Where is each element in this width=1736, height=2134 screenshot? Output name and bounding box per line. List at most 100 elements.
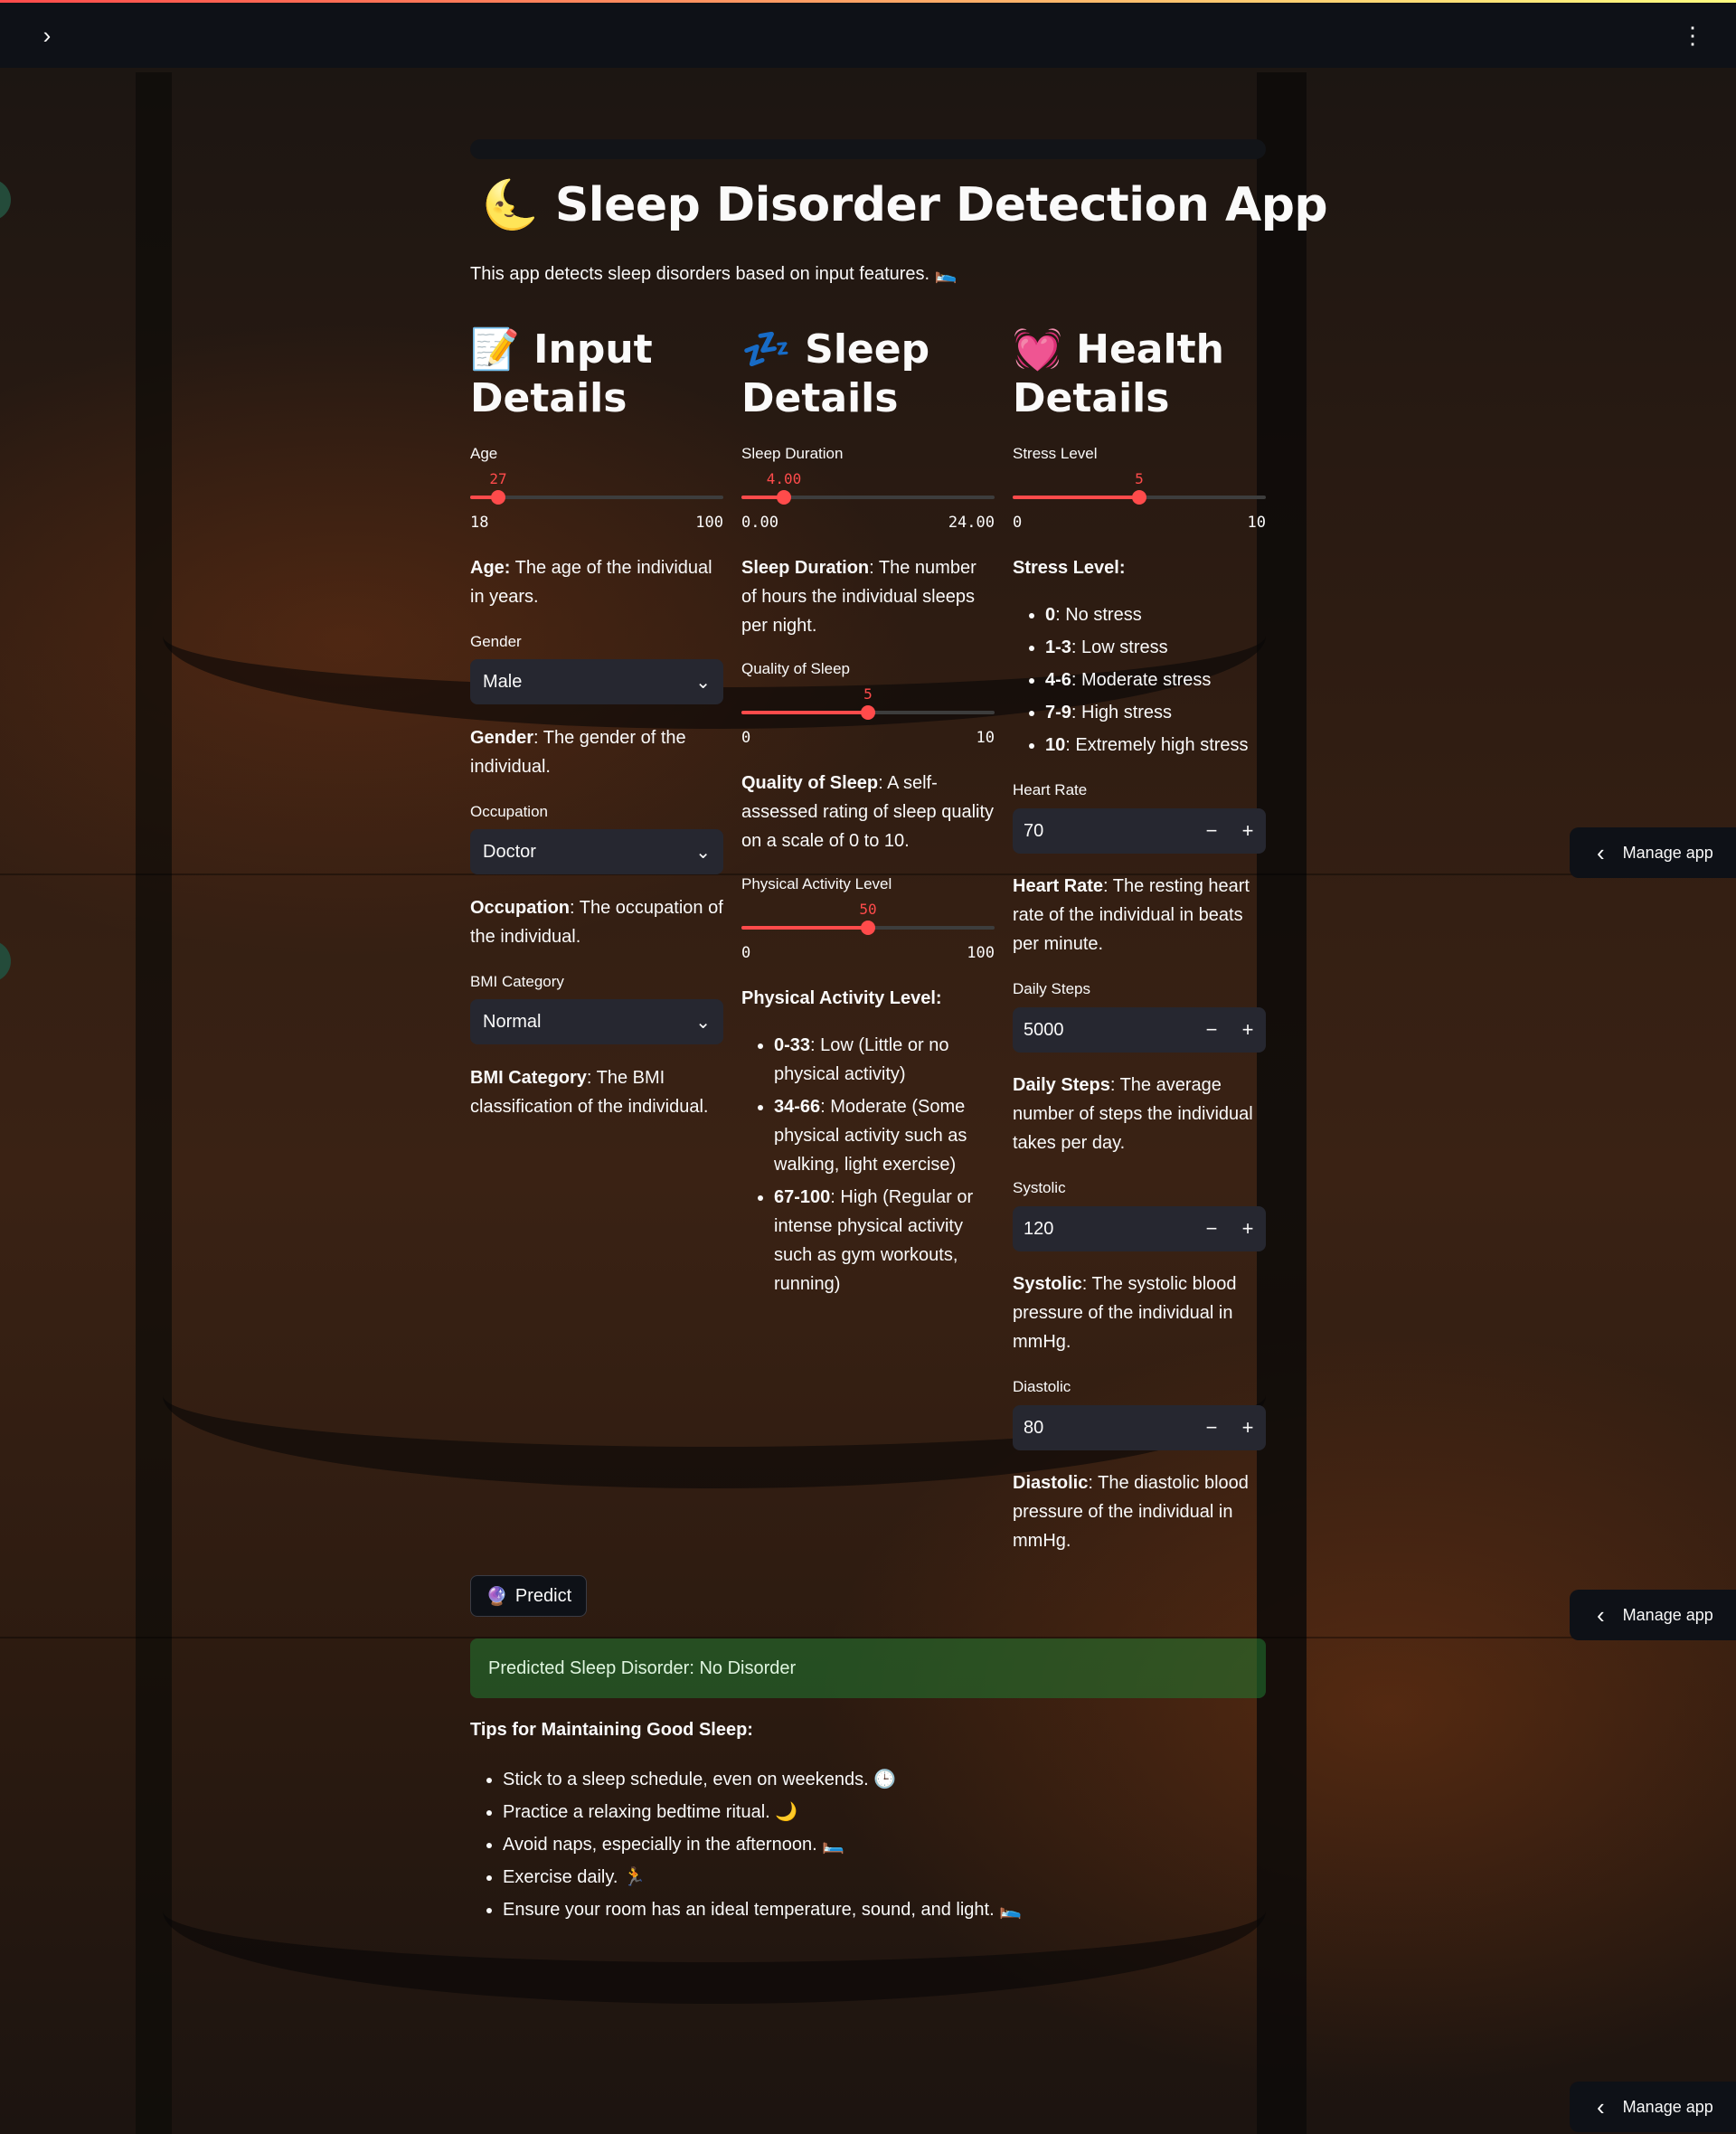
diastolic-value[interactable]: 80 (1013, 1418, 1194, 1439)
age-label: Age (470, 445, 498, 462)
bmi-select[interactable]: Normal ⌄ (470, 999, 723, 1044)
increment-button[interactable]: + (1230, 1405, 1266, 1450)
stress-max: 10 (1247, 514, 1266, 532)
sleep-duration-min: 0.00 (741, 514, 778, 532)
health-details-heading: 💓 Health Details (1013, 326, 1224, 421)
memo-icon: 📝 (470, 326, 520, 373)
activity-slider-thumb[interactable] (861, 921, 875, 935)
chevron-left-icon: ‹ (1597, 2092, 1605, 2120)
increment-button[interactable]: + (1230, 1206, 1266, 1251)
quality-min: 0 (741, 729, 751, 747)
list-item: 34-66: Moderate (Some physical activity … (774, 1092, 995, 1179)
bmi-label: BMI Category (470, 973, 564, 990)
occupation-description: Occupation: The occupation of the indivi… (470, 898, 723, 947)
manage-app-button[interactable]: ‹ Manage app (1570, 827, 1736, 878)
age-slider[interactable]: 27 18 100 (470, 470, 723, 532)
stress-label: Stress Level (1013, 445, 1098, 462)
quality-value: 5 (863, 685, 873, 703)
daily-steps-description: Daily Steps: The average number of steps… (1013, 1075, 1253, 1153)
activity-heading: Physical Activity Level: (741, 988, 942, 1008)
chevron-down-icon: ⌄ (695, 672, 711, 693)
decrement-button[interactable]: − (1194, 1206, 1230, 1251)
bmi-description: BMI Category: The BMI classification of … (470, 1068, 709, 1117)
list-item: Avoid naps, especially in the afternoon.… (503, 1828, 1022, 1861)
moon-icon: 🌜 (481, 178, 540, 232)
age-max: 100 (695, 514, 723, 532)
gender-select[interactable]: Male ⌄ (470, 659, 723, 704)
list-item: Exercise daily. 🏃 (503, 1861, 1022, 1893)
chevron-left-icon: ‹ (1597, 1600, 1605, 1629)
activity-min: 0 (741, 944, 751, 962)
quality-slider[interactable]: 5 0 10 (741, 685, 995, 747)
sleep-details-column: 💤 Sleep Details Sleep Duration 4.00 0.00 … (741, 326, 995, 1294)
list-item: 4-6: Moderate stress (1045, 666, 1266, 694)
decrement-button[interactable]: − (1194, 1007, 1230, 1053)
increment-button[interactable]: + (1230, 808, 1266, 854)
app-header: › ⋮ (0, 3, 1736, 68)
decrement-button[interactable]: − (1194, 808, 1230, 854)
daily-steps-value[interactable]: 5000 (1013, 1020, 1194, 1041)
heart-rate-input[interactable]: 70 − + (1013, 808, 1266, 854)
predict-button[interactable]: 🔮 Predict (470, 1575, 588, 1617)
input-details-heading: 📝 Input Details (470, 326, 653, 421)
systolic-description: Systolic: The systolic blood pressure of… (1013, 1274, 1237, 1352)
gender-label: Gender (470, 633, 522, 650)
list-item: Stick to a sleep schedule, even on weeke… (503, 1763, 1022, 1796)
daily-steps-input[interactable]: 5000 − + (1013, 1007, 1266, 1053)
daily-steps-label: Daily Steps (1013, 980, 1090, 997)
list-item: 10: Extremely high stress (1045, 731, 1266, 760)
occupation-label: Occupation (470, 803, 548, 820)
heart-rate-value[interactable]: 70 (1013, 821, 1194, 842)
stress-levels-list: 0: No stress 1-3: Low stress 4-6: Modera… (1013, 600, 1266, 763)
sleep-duration-slider-thumb[interactable] (777, 490, 791, 505)
decrement-button[interactable]: − (1194, 1405, 1230, 1450)
sidebar-toggle-icon[interactable]: › (31, 19, 63, 52)
increment-button[interactable]: + (1230, 1007, 1266, 1053)
chevron-down-icon: ⌄ (695, 842, 711, 863)
occupation-select[interactable]: Doctor ⌄ (470, 829, 723, 874)
list-item: 0-33: Low (Little or no physical activit… (774, 1031, 995, 1089)
activity-max: 100 (967, 944, 995, 962)
list-item: Practice a relaxing bedtime ritual. 🌙 (503, 1796, 1022, 1828)
page-title: 🌜 Sleep Disorder Detection App (481, 178, 1328, 232)
prediction-result: Predicted Sleep Disorder: No Disorder (470, 1638, 1266, 1698)
input-details-column: 📝 Input Details Age 27 18 100 Age: The ag… (470, 326, 723, 1117)
top-bar (470, 139, 1266, 159)
list-item: 7-9: High stress (1045, 698, 1266, 727)
sleep-duration-label: Sleep Duration (741, 445, 844, 462)
heart-rate-description: Heart Rate: The resting heart rate of th… (1013, 876, 1250, 954)
sleep-duration-max: 24.00 (948, 514, 995, 532)
tips-list: Stick to a sleep schedule, even on weeke… (470, 1763, 1022, 1926)
intro-text: This app detects sleep disorders based o… (470, 264, 958, 284)
age-slider-thumb[interactable] (491, 490, 505, 505)
age-description: Age: The age of the individual in years. (470, 558, 712, 607)
manage-app-button[interactable]: ‹ Manage app (1570, 2082, 1736, 2132)
activity-slider[interactable]: 50 0 100 (741, 901, 995, 962)
sleep-duration-slider[interactable]: 4.00 0.00 24.00 (741, 470, 995, 532)
list-item: 67-100: High (Regular or intense physica… (774, 1183, 995, 1298)
stress-slider-thumb[interactable] (1132, 490, 1146, 505)
sleep-duration-description: Sleep Duration: The number of hours the … (741, 558, 976, 636)
heart-icon: 💓 (1013, 326, 1062, 373)
systolic-input[interactable]: 120 − + (1013, 1206, 1266, 1251)
tips-heading: Tips for Maintaining Good Sleep: (470, 1720, 753, 1740)
manage-app-button[interactable]: ‹ Manage app (1570, 1590, 1736, 1640)
quality-slider-thumb[interactable] (861, 705, 875, 720)
list-item: 1-3: Low stress (1045, 633, 1266, 662)
stress-value: 5 (1135, 470, 1144, 487)
crystal-ball-icon: 🔮 (486, 1586, 508, 1607)
heart-rate-label: Heart Rate (1013, 781, 1088, 798)
stress-slider[interactable]: 5 0 10 (1013, 470, 1266, 532)
diastolic-description: Diastolic: The diastolic blood pressure … (1013, 1473, 1249, 1551)
systolic-value[interactable]: 120 (1013, 1219, 1194, 1240)
activity-value: 50 (859, 901, 877, 918)
systolic-label: Systolic (1013, 1179, 1066, 1196)
activity-levels-list: 0-33: Low (Little or no physical activit… (741, 1031, 995, 1302)
diastolic-label: Diastolic (1013, 1378, 1071, 1395)
main-menu-icon[interactable]: ⋮ (1676, 19, 1709, 52)
stress-min: 0 (1013, 514, 1023, 532)
activity-label: Physical Activity Level (741, 875, 892, 892)
stress-heading: Stress Level: (1013, 558, 1126, 578)
diastolic-input[interactable]: 80 − + (1013, 1405, 1266, 1450)
chevron-left-icon: ‹ (1597, 838, 1605, 866)
